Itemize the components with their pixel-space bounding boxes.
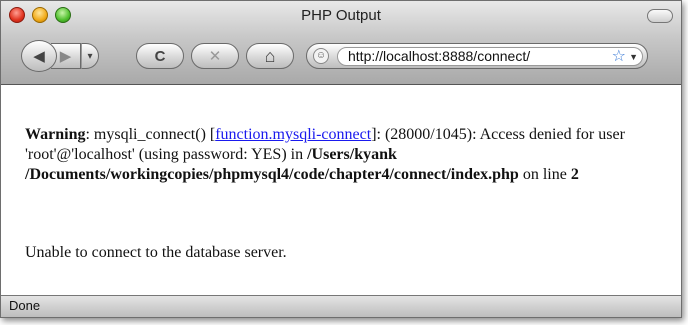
reload-icon: C	[154, 47, 166, 65]
address-bar: ☺ http://localhost:8888/connect/ ☆ ▼	[306, 43, 648, 69]
warning-function: mysqli_connect() [	[93, 126, 216, 143]
forward-arrow-icon: ▶	[59, 48, 72, 65]
reload-button[interactable]: C	[136, 43, 184, 69]
browser-chrome: PHP Output ◀ ▶ ▾ C ✕ ⌂ ☺ http://localhos…	[1, 1, 681, 85]
window-title: PHP Output	[301, 7, 381, 24]
back-arrow-icon: ◀	[33, 48, 45, 65]
toolbar-toggle-button[interactable]	[647, 9, 673, 23]
status-bar: Done	[1, 295, 681, 317]
browser-window: PHP Output ◀ ▶ ▾ C ✕ ⌂ ☺ http://localhos…	[0, 0, 682, 318]
url-dropdown-icon[interactable]: ▼	[629, 48, 638, 65]
page-content: Warning: mysqli_connect() [function.mysq…	[1, 85, 681, 283]
status-text: Done	[9, 298, 41, 313]
home-button[interactable]: ⌂	[246, 43, 294, 69]
url-text: http://localhost:8888/connect/	[348, 48, 531, 64]
history-dropdown-button[interactable]: ▾	[81, 43, 99, 69]
stop-button[interactable]: ✕	[191, 43, 239, 69]
chevron-down-icon: ▾	[87, 50, 93, 62]
function-doc-link[interactable]: function.mysqli-connect	[215, 126, 371, 143]
navigation-toolbar: ◀ ▶ ▾ C ✕ ⌂ ☺ http://localhost:8888/conn…	[1, 40, 681, 75]
bookmark-star-icon[interactable]: ☆	[612, 48, 626, 65]
php-warning: Warning: mysqli_connect() [function.mysq…	[25, 126, 625, 183]
back-button[interactable]: ◀	[21, 40, 57, 72]
warning-label: Warning	[25, 126, 86, 143]
site-identity-icon[interactable]: ☺	[313, 48, 329, 64]
stop-icon: ✕	[208, 48, 222, 65]
url-input[interactable]: http://localhost:8888/connect/ ☆ ▼	[337, 47, 643, 66]
home-icon: ⌂	[264, 45, 276, 66]
error-message: Unable to connect to the database server…	[25, 244, 287, 261]
line-number: 2	[570, 166, 579, 183]
title-bar: PHP Output	[1, 1, 681, 31]
